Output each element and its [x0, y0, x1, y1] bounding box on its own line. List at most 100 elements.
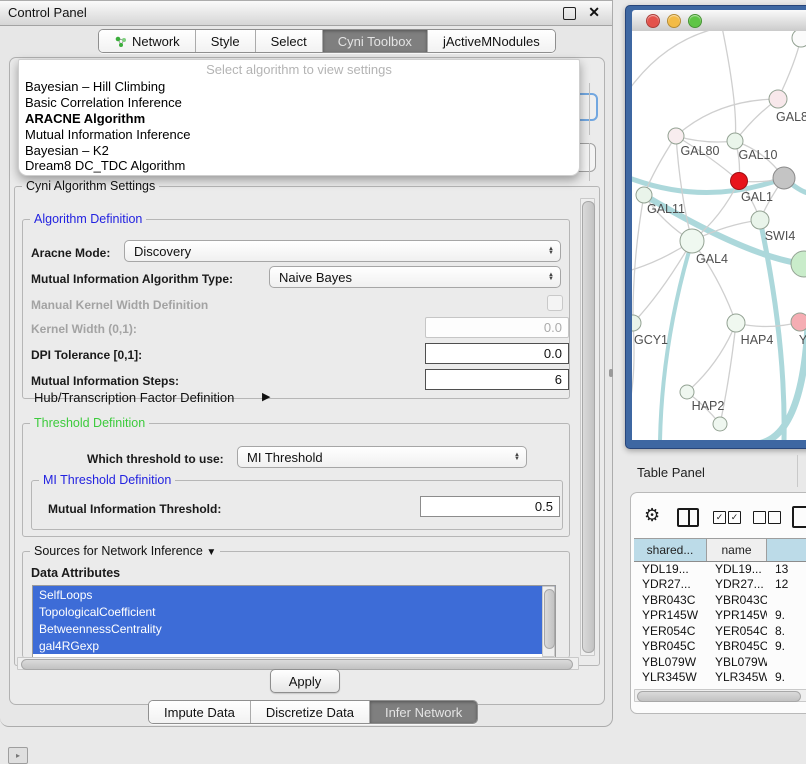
manual-kernel-checkbox[interactable]	[547, 295, 563, 311]
network-node-swi4[interactable]	[751, 211, 769, 229]
settings-vscrollbar-thumb[interactable]	[582, 201, 595, 653]
gear-icon[interactable]: ⚙	[644, 505, 660, 526]
network-node[interactable]	[773, 167, 795, 189]
checked-checkbox-icon[interactable]: ✓	[728, 511, 741, 524]
unchecked-checkbox-icon[interactable]	[768, 511, 781, 524]
algorithm-option-dream8-dc-tdc-algorithm[interactable]: Dream8 DC_TDC Algorithm	[19, 158, 579, 174]
tab-infer-network[interactable]: Infer Network	[370, 701, 477, 723]
mi-type-combo[interactable]: Naive Bayes ▲▼	[269, 266, 561, 288]
table-row[interactable]: YPR145WYPR145W9.	[634, 608, 806, 624]
list-vscrollbar[interactable]	[542, 586, 555, 657]
table-row[interactable]: YDL19...YDL19...13	[634, 561, 806, 577]
network-node-gal4[interactable]	[680, 229, 704, 253]
table-row[interactable]: YBR043CYBR043C	[634, 592, 806, 608]
mi-steps-field[interactable]: 6	[425, 369, 569, 390]
column-header-shared[interactable]: shared...	[634, 539, 707, 561]
table-row[interactable]: YER054CYER054C8.	[634, 623, 806, 639]
data-attribute-item-selfloops[interactable]: SelfLoops	[33, 586, 555, 603]
column-header-name[interactable]: name	[707, 539, 767, 561]
tab-cyni-toolbox[interactable]: Cyni Toolbox	[323, 30, 428, 52]
network-node[interactable]	[713, 417, 727, 431]
apply-button[interactable]: Apply	[270, 669, 340, 693]
table-panel-header-divider	[797, 455, 798, 487]
tab-label: Infer Network	[385, 705, 462, 720]
hub-tf-section-label[interactable]: Hub/Transcription Factor Definition	[34, 390, 234, 405]
table-row[interactable]: YBR045CYBR045C9.	[634, 639, 806, 655]
algorithm-option-aracne-algorithm[interactable]: ARACNE Algorithm	[19, 111, 579, 127]
mi-threshold-field[interactable]: 0.5	[420, 496, 560, 517]
settings-vscrollbar[interactable]	[580, 198, 595, 656]
tab-impute-data[interactable]: Impute Data	[149, 701, 251, 723]
tab-style[interactable]: Style	[196, 30, 256, 52]
table-panel: ⚙ ✓ ✓ shared...name YDL19...YDL19...13YD…	[630, 492, 806, 714]
data-attribute-item-topologicalcoefficient[interactable]: TopologicalCoefficient	[33, 603, 555, 620]
list-vscrollbar-thumb[interactable]	[544, 589, 555, 649]
new-table-icon[interactable]	[792, 506, 806, 528]
table-cell: YBR045C	[707, 639, 767, 653]
checked-checkbox-icon[interactable]: ✓	[713, 511, 726, 524]
network-node-gal80[interactable]	[668, 128, 684, 144]
table-row[interactable]: YIL053CYIL053C9.	[634, 685, 806, 688]
unchecked-checkbox-icon[interactable]	[753, 511, 766, 524]
close-icon[interactable]: ✕	[588, 4, 600, 21]
network-window-titlebar[interactable]	[632, 10, 806, 32]
table-header-row: shared...name	[634, 538, 806, 562]
network-node[interactable]	[792, 31, 806, 47]
expand-right-icon[interactable]: ▶	[262, 390, 270, 403]
table-cell: YPR145W	[634, 608, 707, 622]
table-cell: YBR043C	[634, 593, 707, 607]
algorithm-option-basic-correlation-inference[interactable]: Basic Correlation Inference	[19, 95, 579, 111]
network-node-hap4[interactable]	[727, 314, 745, 332]
network-node-gcy1[interactable]	[632, 315, 641, 331]
tab-jactivemnodules[interactable]: jActiveMNodules	[428, 30, 555, 52]
algorithm-option-bayesian-k2[interactable]: Bayesian – K2	[19, 142, 579, 158]
column-header-extra[interactable]	[767, 539, 806, 561]
control-panel-window: Control Panel ✕ NetworkStyleSelectCyni T…	[0, 0, 613, 727]
network-node-hap2[interactable]	[680, 385, 694, 399]
table-row[interactable]: YLR345WYLR345W9.	[634, 670, 806, 686]
groupbox-edge-fragment	[589, 83, 590, 135]
aracne-mode-combo[interactable]: Discovery ▲▼	[124, 240, 561, 262]
manual-kernel-label: Manual Kernel Width Definition	[31, 298, 208, 312]
algorithm-option-mutual-information-inference[interactable]: Mutual Information Inference	[19, 126, 579, 142]
tab-label: Select	[271, 34, 307, 49]
data-attribute-item-gal4rgexp[interactable]: gal4RGexp	[33, 637, 555, 654]
dpi-tolerance-field[interactable]: 0.0	[425, 343, 569, 364]
panel-divider-handle[interactable]	[609, 369, 613, 377]
network-node-gal1[interactable]	[731, 173, 748, 190]
data-attribute-item-betweennesscentrality[interactable]: BetweennessCentrality	[33, 620, 555, 637]
network-node-y[interactable]	[791, 313, 806, 331]
table-row[interactable]: YBL079WYBL079W	[634, 654, 806, 670]
dropdown-placeholder: Select algorithm to view settings	[19, 60, 579, 79]
kernel-width-field[interactable]: 0.0	[425, 317, 569, 338]
algorithm-dropdown-popup: Select algorithm to view settings Bayesi…	[18, 59, 580, 176]
network-canvas[interactable]: GAL8GAL80GAL10GAL1SWI4GAL11GAL4GCY1HAP4Y…	[632, 31, 806, 440]
table-hscrollbar[interactable]	[634, 689, 806, 702]
which-threshold-combo[interactable]: MI Threshold ▲▼	[237, 446, 527, 468]
mac-close-button[interactable]	[646, 14, 660, 28]
tab-network[interactable]: Network	[99, 30, 196, 52]
network-edge	[736, 322, 800, 327]
network-node-label: HAP4	[741, 333, 774, 347]
tab-discretize-data[interactable]: Discretize Data	[251, 701, 370, 723]
mac-minimize-button[interactable]	[667, 14, 681, 28]
table-hscrollbar-thumb[interactable]	[637, 691, 801, 702]
network-node-gal8[interactable]	[769, 90, 787, 108]
tab-select[interactable]: Select	[256, 30, 323, 52]
network-node-label: GAL80	[681, 144, 720, 158]
which-threshold-value: MI Threshold	[247, 450, 323, 465]
mac-zoom-button[interactable]	[688, 14, 702, 28]
panel-grip-button[interactable]: ▸	[8, 747, 28, 764]
expand-down-icon[interactable]: ▼	[206, 547, 216, 558]
network-node-gal10[interactable]	[727, 133, 743, 149]
algorithm-option-bayesian-hill-climbing[interactable]: Bayesian – Hill Climbing	[19, 79, 579, 95]
groupbox-edge-fragment	[589, 143, 590, 181]
split-columns-icon[interactable]	[677, 508, 699, 527]
float-window-icon[interactable]	[563, 7, 576, 20]
table-row[interactable]: YDR27...YDR27...12	[634, 577, 806, 593]
network-node[interactable]	[791, 251, 806, 277]
threshold-definition-title: Threshold Definition	[30, 416, 149, 430]
network-edge	[722, 31, 736, 141]
table-cell: YIL053C	[634, 686, 707, 688]
network-node-gal11[interactable]	[636, 187, 652, 203]
